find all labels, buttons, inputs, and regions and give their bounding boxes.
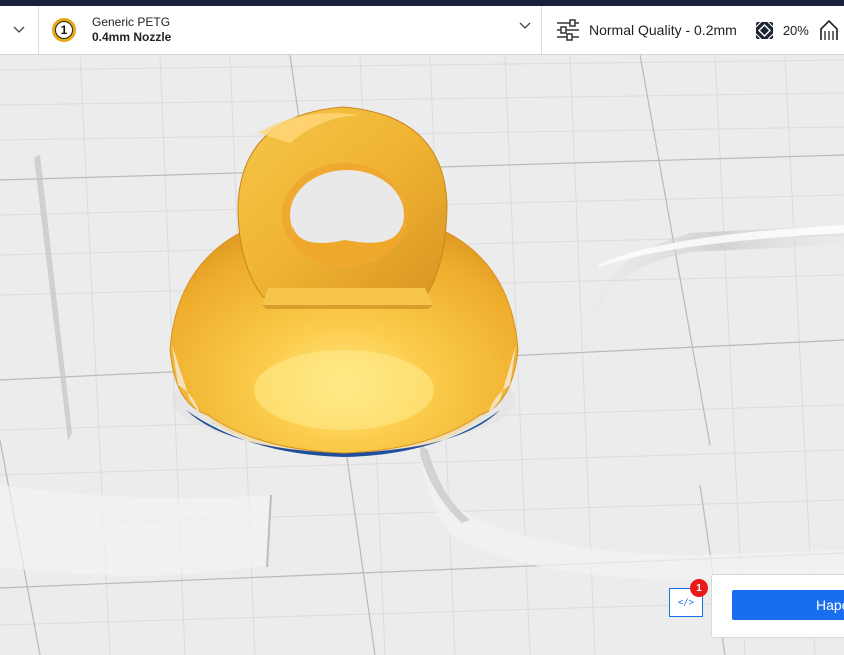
quality-profile-label: Normal Quality - 0.2mm — [589, 22, 737, 38]
infill-icon — [755, 21, 774, 39]
print-settings-selector[interactable]: Normal Quality - 0.2mm 20% — [542, 6, 844, 54]
slice-button[interactable]: Hape — [732, 590, 844, 620]
print-setup-toolbar: 1 Generic PETG 0.4mm Nozzle Normal Quali… — [0, 6, 844, 55]
material-info: Generic PETG 0.4mm Nozzle — [92, 15, 171, 45]
chevron-down-icon — [13, 26, 25, 33]
settings-sliders-icon — [557, 19, 579, 41]
infill-percentage: 20% — [782, 22, 809, 38]
printer-selector-dropdown[interactable] — [0, 6, 39, 54]
material-selector[interactable]: 1 Generic PETG 0.4mm Nozzle — [39, 6, 542, 54]
nozzle-name: 0.4mm Nozzle — [92, 30, 172, 44]
3d-viewport[interactable] — [0, 55, 844, 655]
material-name: Generic PETG — [92, 15, 171, 29]
code-icon: </> — [677, 597, 695, 608]
extruder-number: 1 — [55, 21, 73, 39]
support-icon — [820, 19, 838, 40]
extruder-icon: 1 — [52, 18, 76, 42]
notification-badge: 1 — [690, 579, 708, 597]
build-plate-scene — [0, 55, 844, 655]
chevron-down-icon — [519, 22, 531, 29]
